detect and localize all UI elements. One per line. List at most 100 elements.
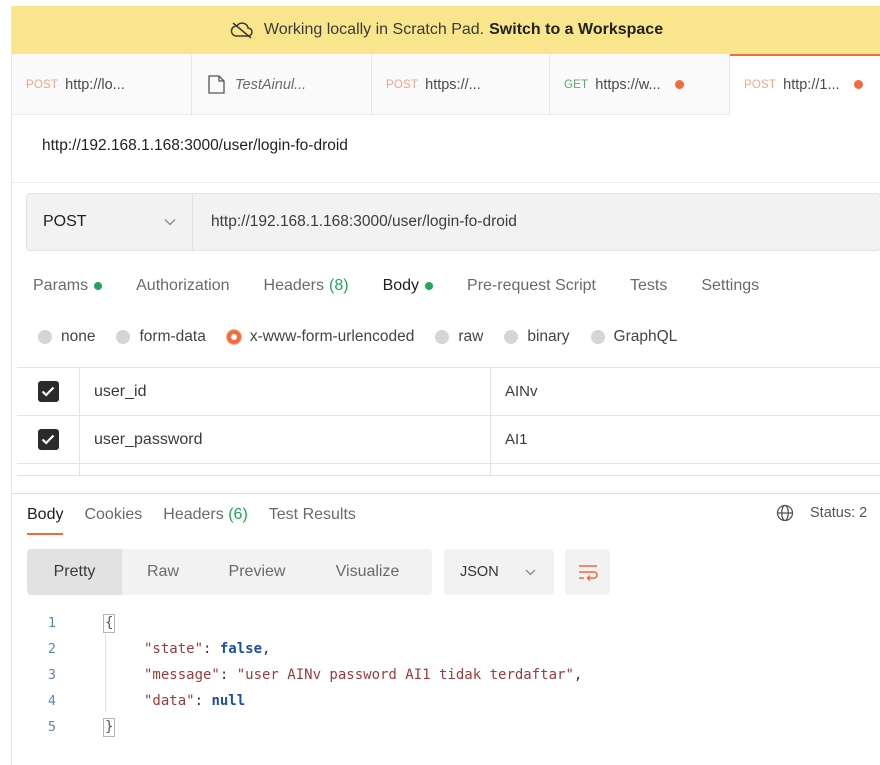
response-headers-count: (6) [228, 506, 248, 523]
param-value[interactable]: AI1 [491, 416, 880, 463]
code-line: 3 "message": "user AINv password AI1 tid… [12, 662, 880, 688]
tab-label: http://lo... [65, 76, 125, 93]
tab-params[interactable]: Params [33, 277, 103, 295]
param-value-cell [491, 464, 880, 475]
tab-headers[interactable]: Headers (8) [264, 277, 349, 295]
json-colon: : [194, 693, 212, 709]
radio-circle [590, 330, 605, 344]
status-text: Status: 2 [810, 505, 868, 521]
param-value[interactable]: AINv [491, 368, 880, 415]
param-key[interactable]: user_password [80, 416, 491, 463]
scratch-pad-banner: Working locally in Scratch Pad. Switch t… [12, 6, 880, 54]
switch-workspace-link[interactable]: Switch to a Workspace [489, 21, 663, 39]
tab-headers-label: Headers [263, 277, 324, 294]
body-type-radios: none form-data x-www-form-urlencoded raw… [38, 328, 698, 346]
wrap-lines-button[interactable] [565, 549, 610, 595]
check-icon [37, 429, 59, 450]
param-key[interactable]: user_id [80, 368, 491, 415]
tab-prerequest-label: Pre-request Script [467, 277, 596, 294]
radio-circle [116, 330, 131, 344]
tab-label: https://... [425, 76, 481, 93]
line-number: 1 [47, 615, 56, 631]
tab-body-label: Body [382, 277, 420, 294]
radio-urlencoded[interactable]: x-www-form-urlencoded [226, 328, 415, 346]
line-number: 3 [47, 667, 56, 683]
view-raw[interactable]: Raw [122, 549, 204, 595]
request-config-tabs: Params Authorization Headers (8) Body Pr… [33, 274, 793, 298]
tab-method: POST [26, 78, 59, 91]
request-title[interactable]: http://192.168.1.168:3000/user/login-fo-… [42, 137, 348, 155]
format-select[interactable]: JSON [444, 549, 554, 595]
method-select[interactable]: POST [27, 194, 193, 250]
status-dot-icon [425, 282, 434, 290]
code-line: 2 "state": false, [12, 636, 880, 662]
table-row: user_password AI1 [17, 416, 880, 464]
banner-text: Working locally in Scratch Pad. [263, 21, 485, 38]
divider [12, 182, 880, 183]
tab-settings-label: Settings [701, 277, 760, 294]
tab-authorization[interactable]: Authorization [136, 277, 229, 295]
view-mode-switcher: Pretty Raw Preview Visualize [27, 549, 432, 595]
json-key: "state" [144, 641, 204, 657]
radio-form-data[interactable]: form-data [116, 328, 206, 346]
radio-circle [226, 330, 241, 344]
form-params-table: user_id AINv user_password AI1 [17, 367, 880, 476]
radio-label: GraphQL [613, 328, 678, 345]
request-tab-5[interactable]: POST http://1... [730, 54, 880, 115]
radio-none[interactable]: none [38, 328, 95, 346]
radio-circle [38, 330, 52, 344]
radio-label: none [61, 328, 96, 345]
globe-icon[interactable] [776, 504, 794, 522]
request-tab-2[interactable]: TestAinul... [192, 54, 372, 115]
json-value: "user AINv password AI1 tidak terdaftar" [236, 667, 574, 683]
radio-circle [435, 330, 450, 344]
tab-label: https://w... [595, 76, 661, 93]
wrap-lines-icon [578, 565, 598, 581]
table-row-empty [17, 464, 880, 476]
document-icon [208, 75, 225, 94]
radio-graphql[interactable]: GraphQL [590, 328, 678, 346]
radio-binary[interactable]: binary [504, 328, 570, 346]
tab-settings[interactable]: Settings [701, 277, 759, 295]
radio-label: x-www-form-urlencoded [249, 328, 415, 345]
response-tab-headers[interactable]: Headers (6) [163, 502, 248, 542]
tab-body[interactable]: Body [382, 277, 434, 295]
row-checkbox[interactable] [17, 416, 80, 463]
response-body-editor[interactable]: 1 { 2 "state": false, 3 "message": "user… [12, 610, 880, 740]
cloud-off-icon [230, 22, 253, 39]
radio-raw[interactable]: raw [435, 328, 483, 346]
tab-tests[interactable]: Tests [630, 277, 667, 295]
app-window: Working locally in Scratch Pad. Switch t… [11, 6, 880, 765]
response-tab-test-results[interactable]: Test Results [269, 502, 356, 542]
pane-resize-divider[interactable] [12, 493, 880, 494]
tab-label: http://1... [783, 76, 840, 93]
request-tab-3[interactable]: POST https://... [372, 54, 550, 115]
response-tabs: Body Cookies Headers (6) Test Results [27, 502, 377, 542]
tab-method: POST [386, 78, 419, 91]
tab-prerequest-script[interactable]: Pre-request Script [467, 277, 596, 295]
response-headers-label: Headers [163, 506, 224, 523]
response-status: Status: 2 [776, 504, 867, 522]
request-tab-1[interactable]: POST http://lo... [12, 54, 192, 115]
json-comma: , [262, 641, 271, 657]
url-bar: POST http://192.168.1.168:3000/user/logi… [26, 193, 880, 251]
radio-label: binary [527, 328, 570, 345]
code-line: 1 { [12, 610, 880, 636]
response-tab-cookies[interactable]: Cookies [84, 502, 142, 542]
url-input[interactable]: http://192.168.1.168:3000/user/login-fo-… [193, 213, 880, 231]
response-tab-body[interactable]: Body [27, 502, 64, 542]
row-checkbox[interactable] [17, 368, 80, 415]
view-visualize[interactable]: Visualize [310, 549, 425, 595]
format-value: JSON [460, 564, 499, 580]
line-number: 5 [47, 719, 56, 735]
json-value: null [211, 693, 246, 709]
view-preview[interactable]: Preview [204, 549, 310, 595]
unsaved-dot-icon [674, 80, 684, 89]
tab-label: TestAinul... [235, 76, 307, 93]
request-tab-4[interactable]: GET https://w... [550, 54, 730, 115]
view-pretty[interactable]: Pretty [27, 549, 122, 595]
chevron-down-icon [164, 219, 176, 226]
code-line: 5 } [12, 714, 880, 740]
request-tab-bar: POST http://lo... TestAinul... POST http… [12, 54, 880, 115]
json-key: "data" [144, 693, 195, 709]
